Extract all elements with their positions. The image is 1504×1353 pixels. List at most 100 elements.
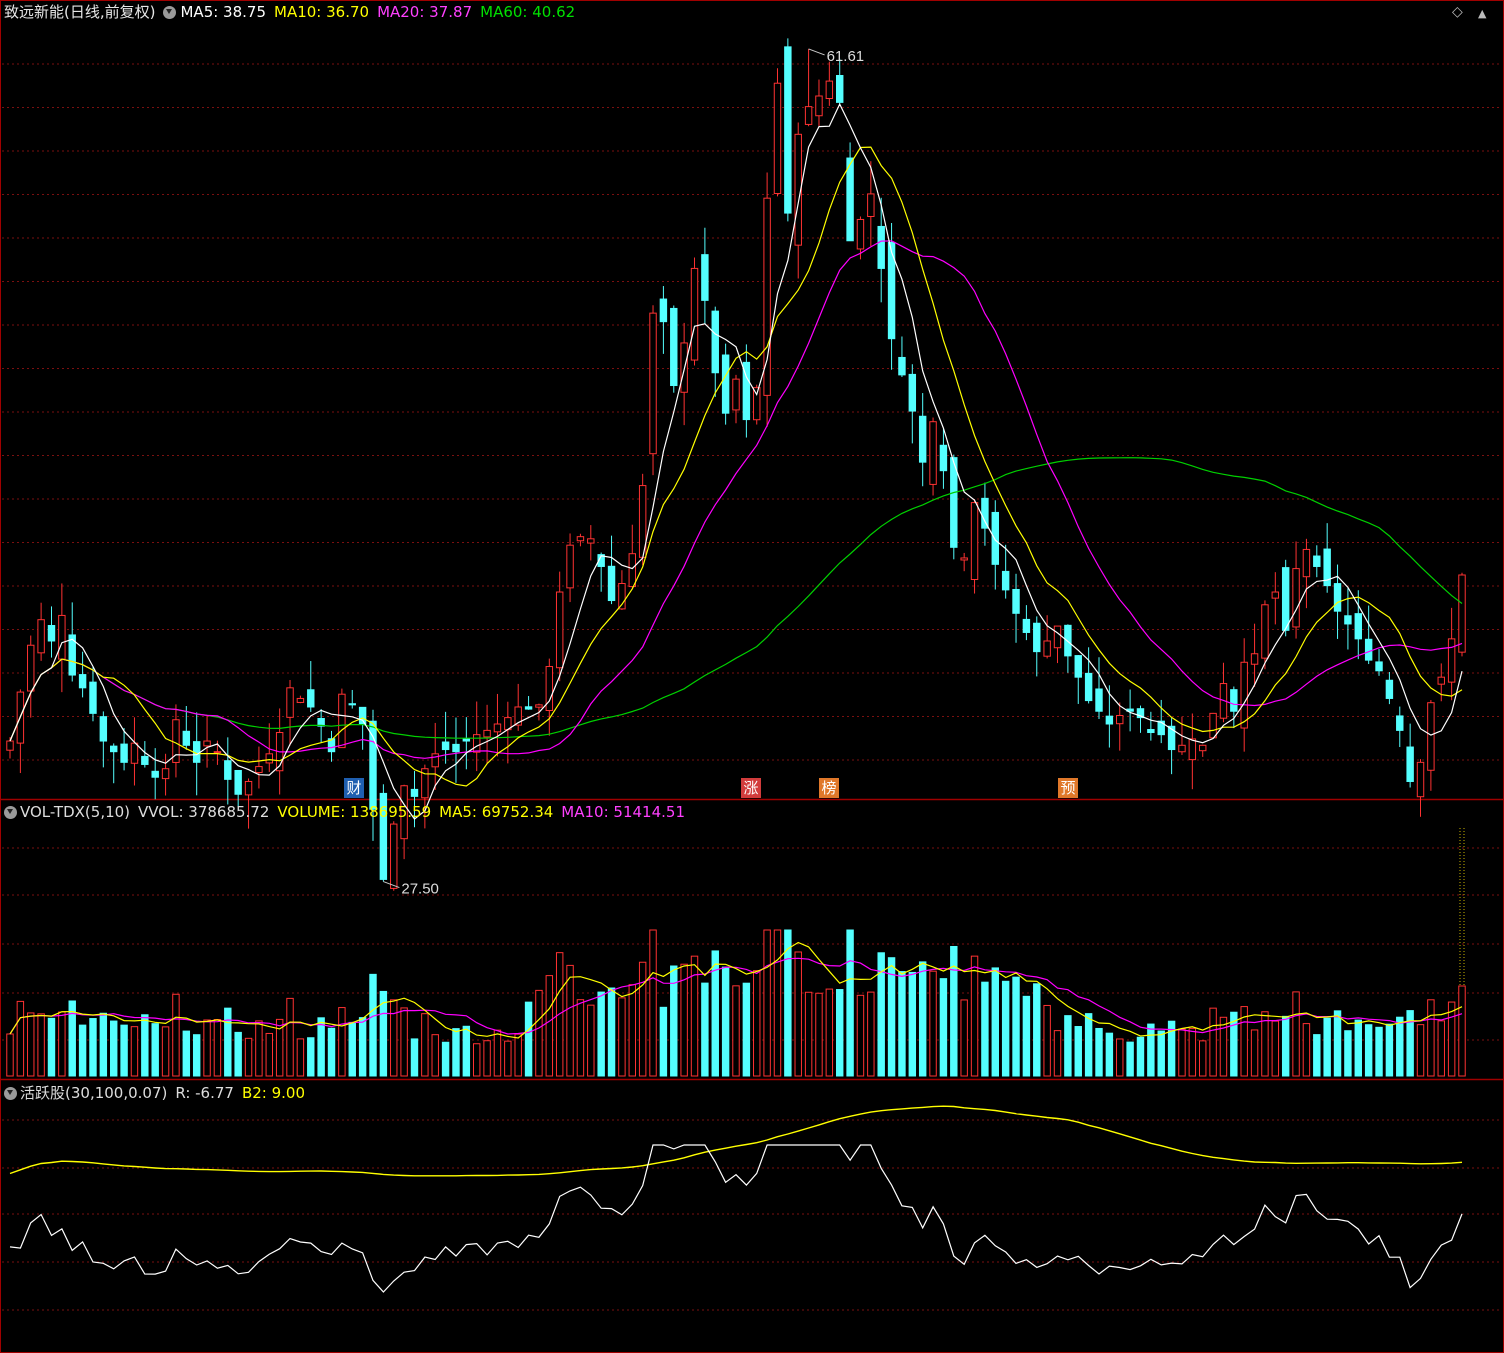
candle-body (1198, 744, 1207, 752)
candle-body (462, 738, 471, 742)
r-label: R: -6.77 (175, 1084, 234, 1102)
volume-bar (1385, 1023, 1394, 1077)
candle-body (960, 557, 968, 561)
volume-bar (1447, 1001, 1456, 1077)
volume-bar (773, 929, 782, 1077)
candle-body (182, 730, 191, 746)
volume-bar (192, 1034, 201, 1077)
event-tag-financial[interactable]: 财 (344, 778, 364, 798)
event-tag-limit-up[interactable]: 涨 (741, 778, 761, 798)
candle-body (711, 310, 719, 374)
candle-body (690, 267, 699, 361)
stock-chart: 61.61 27.50 (0, 0, 1504, 1353)
volume-bar (213, 1019, 222, 1077)
candle-body (1188, 738, 1197, 761)
candle-body (307, 689, 315, 708)
volume-bar (867, 991, 875, 1077)
volume-bar (981, 981, 989, 1077)
volume-bar (597, 991, 605, 1077)
candle-body (1375, 661, 1383, 672)
low-label: 27.50 (401, 881, 439, 898)
volume-bar (1043, 1004, 1051, 1077)
volume-bar (970, 955, 979, 1077)
vol-ma10-label: MA10: 51414.51 (561, 803, 685, 821)
volume-bar (835, 989, 844, 1077)
candle-body (286, 687, 294, 718)
volume-bar (545, 975, 554, 1077)
event-tag-list[interactable]: 榜 (819, 778, 839, 798)
vvol-label: VVOL: 378685.72 (138, 803, 270, 821)
ma20-label: MA20: 37.87 (377, 3, 473, 21)
stock-title[interactable]: 致远新能(日线,前复权) (4, 3, 155, 21)
diamond-icon[interactable]: ◇ (1452, 4, 1463, 20)
volume-bar (659, 1006, 668, 1077)
volume-bar (1313, 1034, 1321, 1077)
candle-body (1084, 672, 1093, 702)
volume-label: VOLUME: 138695.59 (277, 803, 432, 821)
indicator-menu-icon[interactable] (4, 1087, 17, 1100)
event-tag-forecast[interactable]: 预 (1058, 778, 1078, 798)
candle-body (1416, 761, 1425, 798)
volume-bar (638, 961, 647, 1077)
candle-body (1313, 555, 1321, 567)
volume-bar (317, 1017, 325, 1077)
candle-body (981, 497, 989, 529)
volume-bar (856, 994, 865, 1077)
volume-bar (908, 971, 917, 1077)
outer-frame (0, 0, 1504, 1353)
candle-body (1074, 655, 1082, 678)
ma60-label: MA60: 40.62 (480, 3, 576, 21)
candle-body (483, 729, 491, 738)
volume-menu-icon[interactable] (4, 806, 17, 819)
indicator-header: 活跃股(30,100,0.07) R: -6.77 B2: 9.00 (4, 1084, 313, 1102)
candle-body (607, 565, 616, 602)
volume-bar (1271, 1020, 1280, 1077)
volume-bar (1126, 1041, 1134, 1077)
dropdown-icon[interactable] (163, 6, 177, 19)
candle-body (721, 354, 730, 414)
vol-indicator-name[interactable]: VOL-TDX(5,10) (20, 803, 130, 821)
candle-body (649, 312, 657, 455)
volume-bar (1250, 1029, 1259, 1077)
volume-bar (327, 1027, 336, 1077)
volume-bar (431, 1034, 439, 1077)
volume-bar (1022, 995, 1031, 1077)
volume-bar (1396, 1016, 1404, 1077)
volume-bar (161, 1026, 170, 1077)
indicator-name[interactable]: 活跃股(30,100,0.07) (20, 1084, 167, 1102)
volume-bar (338, 1007, 346, 1077)
volume-bar (1178, 1028, 1186, 1077)
ma5-label: MA5: 38.75 (180, 3, 266, 21)
candle-body (576, 536, 585, 542)
volume-bar (78, 1024, 87, 1077)
volume-bar (348, 1021, 356, 1077)
volume-bar (960, 999, 968, 1077)
candle-body (431, 753, 439, 768)
candle-body (566, 544, 574, 589)
volume-bar (794, 951, 802, 1077)
candle-body (109, 745, 118, 753)
volume-bar (753, 970, 761, 1077)
candle-body (1240, 661, 1248, 729)
volume-bar (898, 971, 906, 1077)
volume-bar (721, 966, 730, 1077)
volume-bar (410, 1038, 419, 1077)
volume-bar (1333, 1010, 1342, 1077)
candle-body (701, 254, 709, 301)
candle-body (1447, 638, 1456, 683)
candle-body (535, 704, 543, 708)
candle-body (929, 421, 937, 485)
volume-bar (483, 1040, 491, 1077)
volume-bar (27, 1012, 35, 1077)
volume-bar (1437, 1020, 1445, 1077)
collapse-up-icon[interactable]: ▲ (1478, 7, 1486, 20)
candle-body (1437, 676, 1445, 685)
volume-bar (618, 997, 626, 1077)
volume-bar (587, 1004, 595, 1077)
volume-bar (1105, 1032, 1114, 1077)
volume-bar (1292, 991, 1300, 1077)
volume-bar (763, 929, 771, 1077)
volume-bar (649, 929, 657, 1077)
volume-bar (1458, 985, 1466, 1077)
candle-body (524, 706, 533, 710)
